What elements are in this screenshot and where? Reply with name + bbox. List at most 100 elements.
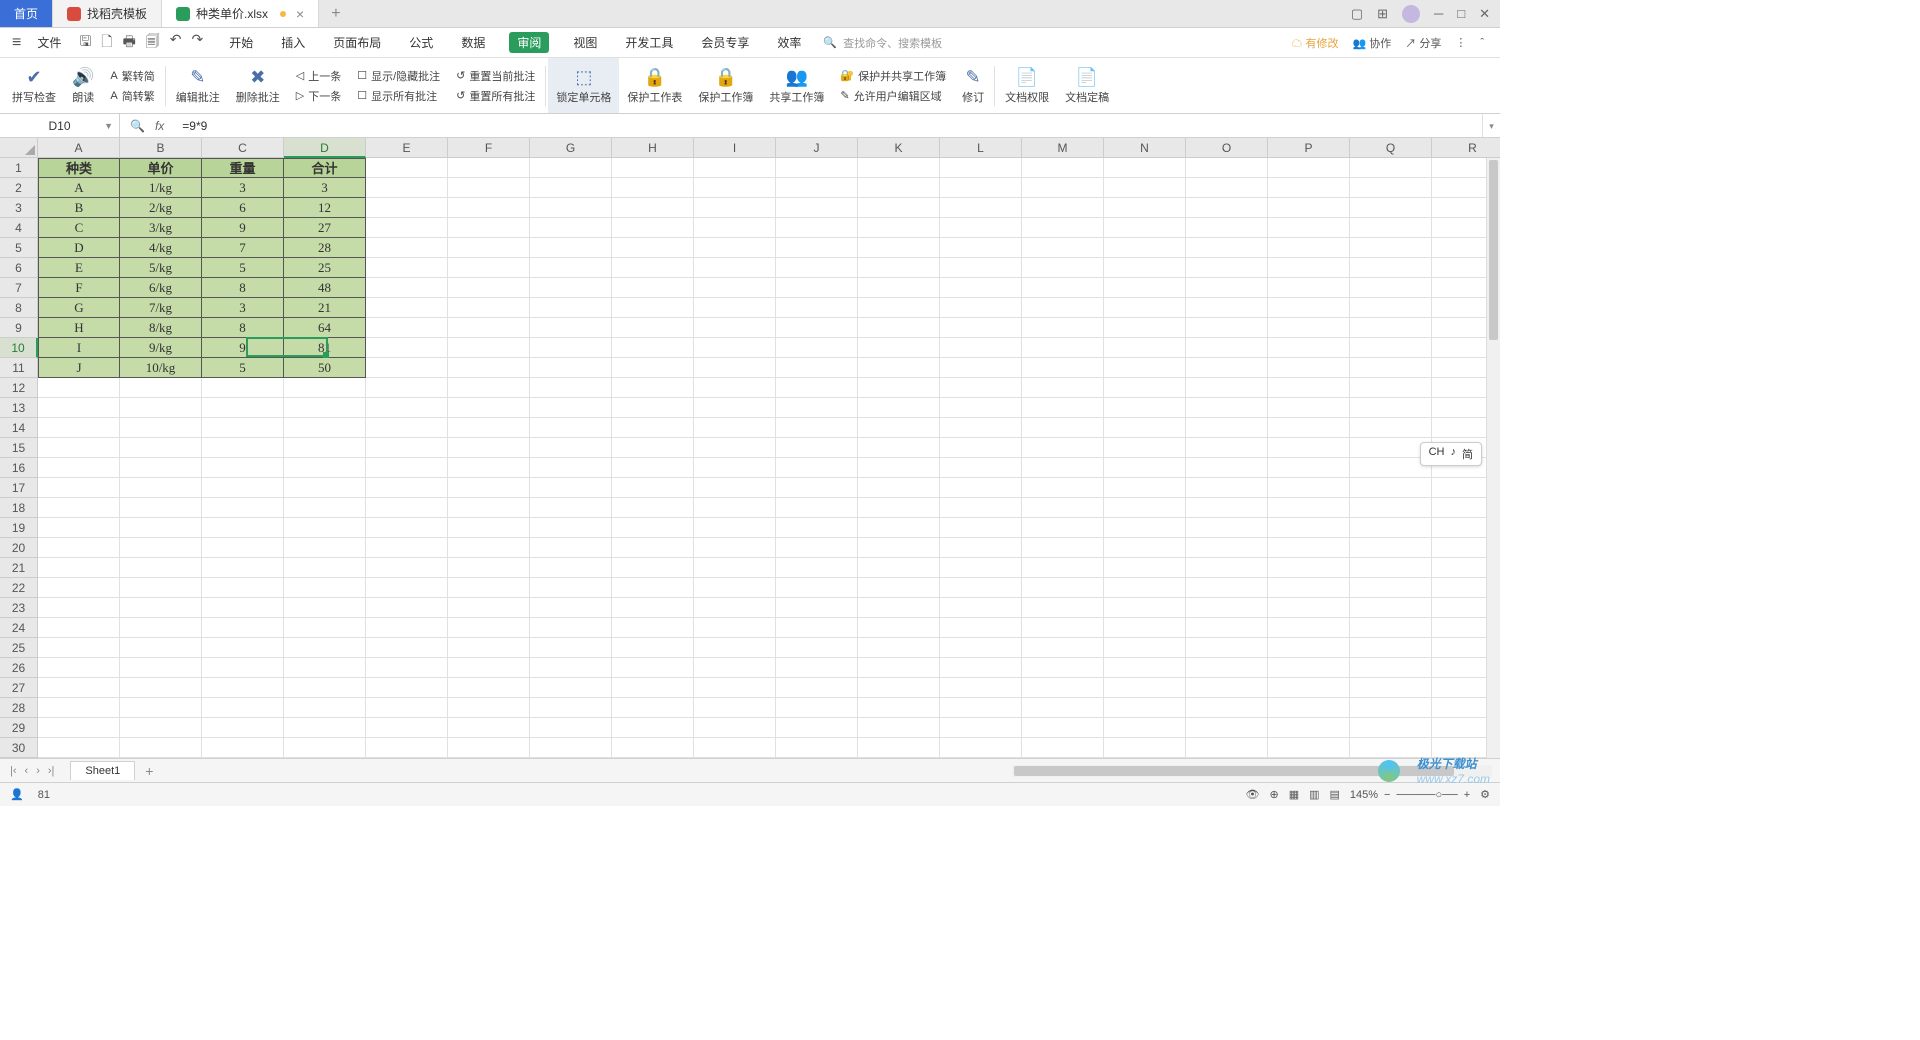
- row-head[interactable]: 12: [0, 378, 38, 398]
- cell[interactable]: [694, 358, 776, 378]
- row-head[interactable]: 19: [0, 518, 38, 538]
- cell[interactable]: [612, 618, 694, 638]
- cell[interactable]: [202, 498, 284, 518]
- cell[interactable]: [1186, 478, 1268, 498]
- cell[interactable]: [940, 538, 1022, 558]
- nav-last-icon[interactable]: ›|: [48, 765, 55, 777]
- cell[interactable]: [530, 178, 612, 198]
- cell[interactable]: [366, 678, 448, 698]
- fan-to-jian-button[interactable]: A 繁转简: [110, 68, 154, 84]
- cell[interactable]: 1/kg: [120, 178, 202, 198]
- cell[interactable]: [1268, 538, 1350, 558]
- row-head[interactable]: 10: [0, 338, 38, 358]
- cell[interactable]: [38, 698, 120, 718]
- cell[interactable]: [530, 418, 612, 438]
- cell[interactable]: [858, 578, 940, 598]
- menu-2[interactable]: 页面布局: [329, 32, 385, 53]
- row-head[interactable]: 22: [0, 578, 38, 598]
- cell[interactable]: [1350, 378, 1432, 398]
- row-head[interactable]: 6: [0, 258, 38, 278]
- row-head[interactable]: 24: [0, 618, 38, 638]
- col-head[interactable]: Q: [1350, 138, 1432, 158]
- cell[interactable]: [694, 678, 776, 698]
- cell[interactable]: [776, 318, 858, 338]
- cell[interactable]: [612, 218, 694, 238]
- zoom-out-icon[interactable]: −: [1384, 789, 1390, 801]
- cell[interactable]: [1350, 418, 1432, 438]
- cell[interactable]: [694, 538, 776, 558]
- reset-all-button[interactable]: ↺ 重置所有批注: [456, 88, 535, 104]
- lock-cell-button[interactable]: ⬚锁定单元格: [548, 58, 619, 113]
- cell[interactable]: 5: [202, 358, 284, 378]
- print-preview-icon[interactable]: 🗋: [101, 31, 112, 55]
- cell[interactable]: [776, 278, 858, 298]
- cell[interactable]: [530, 718, 612, 738]
- cell[interactable]: 28: [284, 238, 366, 258]
- cell[interactable]: [530, 258, 612, 278]
- cell[interactable]: [1186, 738, 1268, 758]
- cell[interactable]: [858, 598, 940, 618]
- edit-comment-button[interactable]: ✎编辑批注: [168, 58, 228, 113]
- cell[interactable]: [776, 638, 858, 658]
- cell[interactable]: [1268, 378, 1350, 398]
- cell[interactable]: [612, 638, 694, 658]
- cell[interactable]: [284, 398, 366, 418]
- cell[interactable]: [448, 458, 530, 478]
- cell[interactable]: [1104, 298, 1186, 318]
- read-button[interactable]: 🔊朗读: [64, 58, 102, 113]
- cell[interactable]: [448, 238, 530, 258]
- col-head[interactable]: J: [776, 138, 858, 158]
- cell[interactable]: [858, 378, 940, 398]
- cell[interactable]: [1104, 358, 1186, 378]
- cell[interactable]: [530, 678, 612, 698]
- cell[interactable]: 5: [202, 258, 284, 278]
- col-head[interactable]: I: [694, 138, 776, 158]
- showhide-comment-button[interactable]: ☐ 显示/隐藏批注: [357, 68, 440, 84]
- cell[interactable]: [1350, 278, 1432, 298]
- cell[interactable]: [1186, 718, 1268, 738]
- sheet-nav[interactable]: |‹ ‹ › ›|: [0, 765, 64, 777]
- cell[interactable]: [940, 678, 1022, 698]
- cell[interactable]: G: [38, 298, 120, 318]
- cell[interactable]: [1022, 618, 1104, 638]
- select-all-corner[interactable]: [0, 138, 38, 158]
- cell[interactable]: [612, 238, 694, 258]
- cell[interactable]: [612, 298, 694, 318]
- cell[interactable]: [1104, 178, 1186, 198]
- row-head[interactable]: 26: [0, 658, 38, 678]
- cell[interactable]: [530, 278, 612, 298]
- cell[interactable]: [1350, 598, 1432, 618]
- cell[interactable]: [448, 218, 530, 238]
- vertical-scrollbar[interactable]: [1486, 158, 1500, 758]
- cell[interactable]: [1350, 618, 1432, 638]
- cell[interactable]: [940, 638, 1022, 658]
- cell[interactable]: [694, 418, 776, 438]
- cell[interactable]: [1104, 538, 1186, 558]
- track-changes-button[interactable]: ✎修订: [954, 58, 992, 113]
- cell[interactable]: [1104, 378, 1186, 398]
- cell[interactable]: [1186, 358, 1268, 378]
- cell[interactable]: [120, 438, 202, 458]
- nav-first-icon[interactable]: |‹: [10, 765, 17, 777]
- cell[interactable]: [1104, 598, 1186, 618]
- cell[interactable]: [530, 298, 612, 318]
- cell[interactable]: [1022, 158, 1104, 178]
- cell[interactable]: [1104, 618, 1186, 638]
- cell[interactable]: [1268, 698, 1350, 718]
- view-break-icon[interactable]: ▤: [1330, 788, 1340, 801]
- cell[interactable]: [1268, 218, 1350, 238]
- cell[interactable]: [366, 218, 448, 238]
- cell[interactable]: [612, 358, 694, 378]
- cell[interactable]: [1186, 338, 1268, 358]
- minimize-icon[interactable]: ─: [1434, 6, 1443, 21]
- cell[interactable]: [776, 618, 858, 638]
- cell[interactable]: [1350, 478, 1432, 498]
- cell[interactable]: [612, 498, 694, 518]
- cell[interactable]: [366, 478, 448, 498]
- cell[interactable]: [1268, 598, 1350, 618]
- cell[interactable]: [694, 558, 776, 578]
- cell[interactable]: [38, 498, 120, 518]
- cell[interactable]: [366, 538, 448, 558]
- cell[interactable]: 6: [202, 198, 284, 218]
- tab-add[interactable]: +: [319, 0, 352, 27]
